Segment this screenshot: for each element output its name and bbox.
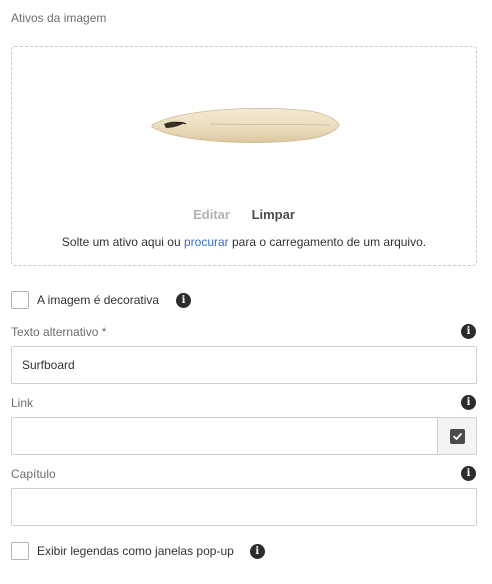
decorative-label: A imagem é decorativa bbox=[37, 293, 160, 307]
popup-checkbox[interactable] bbox=[11, 542, 29, 560]
browse-link[interactable]: procurar bbox=[184, 235, 229, 249]
drop-hint-text-before: Solte um ativo aqui ou bbox=[61, 235, 184, 249]
link-input[interactable] bbox=[11, 417, 438, 455]
decorative-row: A imagem é decorativa i bbox=[11, 291, 192, 309]
caption-label: Capítulo bbox=[11, 467, 56, 481]
link-label: Link bbox=[11, 396, 34, 410]
popup-label: Exibir legendas como janelas pop-up bbox=[37, 544, 234, 558]
image-dropzone[interactable]: Editar Limpar Solte um ativo aqui ou pro… bbox=[11, 46, 477, 266]
checkbox-check-icon bbox=[449, 428, 465, 444]
edit-button[interactable]: Editar bbox=[193, 207, 230, 222]
info-icon[interactable]: i bbox=[461, 466, 476, 481]
alt-text-label: Texto alternativo * bbox=[11, 325, 107, 339]
section-title: Ativos da imagem bbox=[11, 11, 107, 25]
alt-text-input[interactable] bbox=[11, 346, 477, 384]
caption-input[interactable] bbox=[11, 488, 477, 526]
link-picker-button[interactable] bbox=[437, 417, 477, 455]
info-icon[interactable]: i bbox=[249, 543, 265, 559]
popup-row: Exibir legendas como janelas pop-up i bbox=[11, 542, 265, 560]
info-icon[interactable]: i bbox=[461, 395, 476, 410]
info-icon[interactable]: i bbox=[461, 324, 476, 339]
drop-hint: Solte um ativo aqui ou procurar para o c… bbox=[12, 235, 476, 249]
info-icon[interactable]: i bbox=[176, 292, 192, 308]
decorative-checkbox[interactable] bbox=[11, 291, 29, 309]
clear-button[interactable]: Limpar bbox=[252, 207, 295, 222]
surfboard-image bbox=[150, 103, 340, 153]
drop-hint-text-after: para o carregamento de um arquivo. bbox=[228, 235, 427, 249]
